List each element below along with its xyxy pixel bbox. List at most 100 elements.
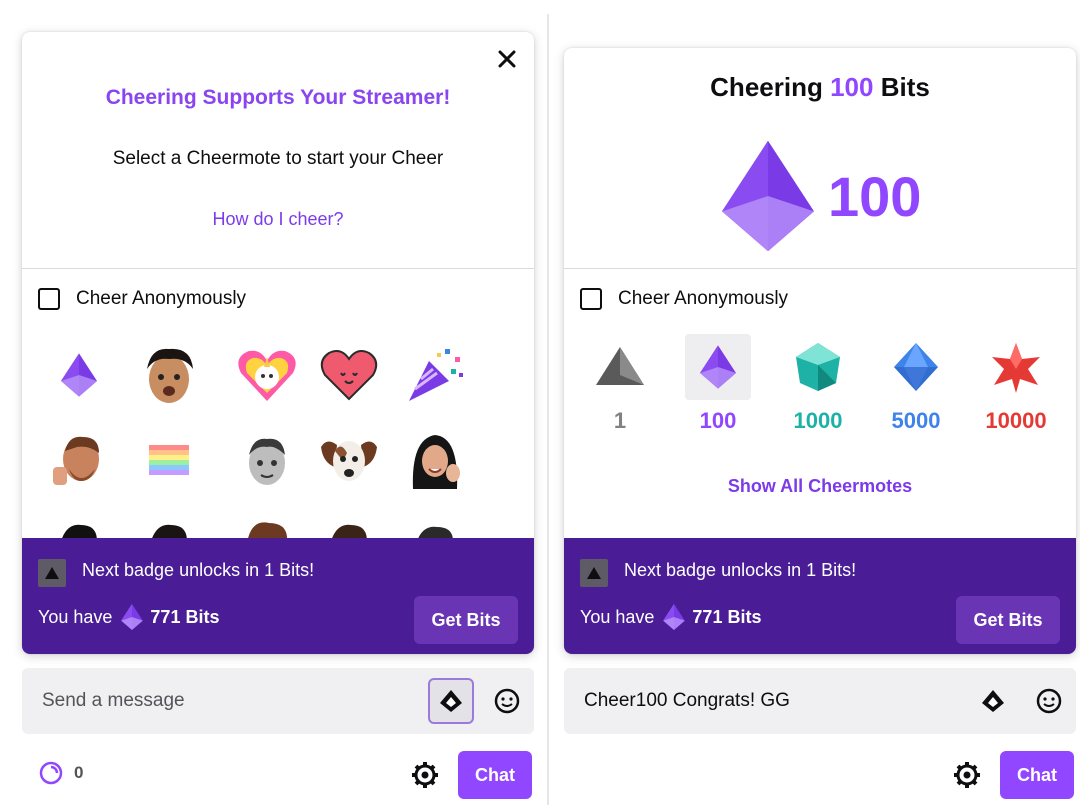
pane-divider [547, 14, 549, 805]
panel-title: Cheering Supports Your Streamer! [105, 86, 451, 109]
cheer-amount-panel: Cheering 100 Bits 100 Cheer Anonymously … [564, 48, 1076, 654]
face-icon [418, 526, 453, 538]
next-badge-text: Next badge unlocks in 1 Bits! [82, 560, 315, 580]
chat-settings-gear-icon[interactable] [952, 760, 982, 790]
emote-unicorn-heart[interactable] [232, 340, 302, 410]
cheer-anonymously-label: Cheer Anonymously [76, 288, 247, 309]
title-amount: 100 [830, 72, 874, 102]
face-icon [152, 524, 187, 538]
smiley-icon [1036, 688, 1062, 714]
tier-100[interactable]: 100 [678, 334, 758, 434]
purple-gem-icon [700, 345, 736, 389]
thumbs-up-guy-icon [53, 436, 99, 485]
tier-1[interactable]: 1 [580, 334, 660, 434]
cheer-anonymously-toggle[interactable]: Cheer Anonymously [580, 288, 788, 310]
divider [22, 268, 534, 269]
big-bits-display: 100 [722, 140, 921, 252]
face-icon [62, 524, 97, 538]
channel-points-count: 0 [74, 763, 84, 782]
emote-bits-gem[interactable] [44, 340, 114, 410]
bits-amount: 771 Bits [150, 606, 220, 627]
tier-label: 1000 [793, 408, 843, 433]
bits-button[interactable] [428, 678, 474, 724]
face-icon [332, 524, 367, 538]
bits-gem-icon [662, 604, 686, 630]
emote-rainbow-flag[interactable] [134, 426, 204, 496]
unicorn-heart-icon [238, 350, 296, 401]
chat-input-text: Cheer100 Congrats! GG [584, 690, 790, 711]
badge-icon [38, 559, 66, 587]
face-icon [248, 522, 288, 538]
chat-send-button[interactable]: Chat [1000, 751, 1074, 799]
bits-icon [440, 690, 462, 712]
panel-subtitle: Select a Cheermote to start your Cheer [112, 148, 444, 169]
tier-1000[interactable]: 1000 [778, 334, 858, 434]
bits-footer: Next badge unlocks in 1 Bits! You have 7… [22, 538, 534, 654]
tier-label: 5000 [891, 408, 941, 433]
big-bits-amount: 100 [828, 164, 922, 228]
emote-face-partial-1[interactable] [44, 512, 114, 538]
cheering-title: Cheering 100 Bits [564, 72, 1076, 103]
tier-10000[interactable]: 10000 [976, 334, 1056, 434]
blue-gem-icon [894, 343, 938, 391]
bits-footer: Next badge unlocks in 1 Bits! You have 7… [564, 538, 1076, 654]
emote-party-popper[interactable] [400, 340, 470, 410]
cheer-intro-panel: Cheering Supports Your Streamer! Select … [22, 32, 534, 654]
you-have-label: You have [580, 606, 655, 627]
chat-input[interactable]: Send a message [22, 668, 534, 734]
emote-face-partial-4[interactable] [314, 512, 384, 538]
cheer-anonymously-label: Cheer Anonymously [618, 288, 789, 309]
close-icon[interactable] [494, 46, 520, 72]
checkbox[interactable] [38, 288, 60, 310]
rainbow-flag-icon [149, 445, 189, 475]
streamer-face-icon [147, 348, 193, 403]
gray-triangle-icon [596, 347, 644, 385]
emote-waving-woman[interactable] [400, 426, 470, 496]
badge-icon [580, 559, 608, 587]
get-bits-button[interactable]: Get Bits [956, 596, 1060, 644]
channel-points[interactable]: 0 [38, 760, 83, 786]
chat-send-button[interactable]: Chat [458, 751, 532, 799]
party-popper-icon [409, 349, 463, 401]
divider [564, 268, 1076, 269]
bits-gem-icon [61, 353, 97, 397]
show-all-cheermotes-link[interactable]: Show All Cheermotes [564, 476, 1076, 497]
dog-face-icon [321, 441, 377, 481]
emote-face-partial-3[interactable] [232, 512, 302, 538]
get-bits-button[interactable]: Get Bits [414, 596, 518, 644]
tier-label: 1 [613, 408, 627, 433]
emote-streamer-face-1[interactable] [134, 340, 204, 410]
tier-label: 10000 [985, 408, 1047, 433]
you-have-label: You have [38, 606, 113, 627]
bits-button[interactable] [970, 678, 1016, 724]
how-to-cheer-link[interactable]: How do I cheer? [22, 209, 534, 230]
next-badge-text: Next badge unlocks in 1 Bits! [624, 560, 857, 580]
emote-dog-face[interactable] [314, 426, 384, 496]
teal-gem-icon [796, 343, 840, 391]
emote-picker-button[interactable] [484, 678, 530, 724]
emote-face-partial-5[interactable] [400, 512, 470, 538]
chat-input-placeholder: Send a message [42, 690, 185, 711]
title-post: Bits [880, 72, 930, 102]
bits-icon [982, 690, 1004, 712]
emote-gray-face[interactable] [232, 426, 302, 496]
emote-thumbs-up-guy[interactable] [44, 426, 114, 496]
emote-face-partial-2[interactable] [134, 512, 204, 538]
bits-balance: You have 771 Bits [38, 604, 219, 630]
checkbox[interactable] [580, 288, 602, 310]
chat-input[interactable]: Cheer100 Congrats! GG [564, 668, 1076, 734]
emote-red-heart[interactable] [314, 340, 384, 410]
smiley-icon [494, 688, 520, 714]
emote-picker-button[interactable] [1026, 678, 1072, 724]
tier-5000[interactable]: 5000 [876, 334, 956, 434]
tier-label: 100 [699, 408, 737, 433]
bits-amount: 771 Bits [692, 606, 762, 627]
waving-woman-icon [412, 435, 460, 489]
title-pre: Cheering [710, 72, 823, 102]
red-heart-icon [320, 350, 378, 401]
channel-points-icon [39, 761, 63, 785]
cheer-anonymously-toggle[interactable]: Cheer Anonymously [38, 288, 246, 310]
chat-settings-gear-icon[interactable] [410, 760, 440, 790]
red-star-icon [992, 343, 1040, 393]
gray-face-icon [249, 438, 285, 485]
